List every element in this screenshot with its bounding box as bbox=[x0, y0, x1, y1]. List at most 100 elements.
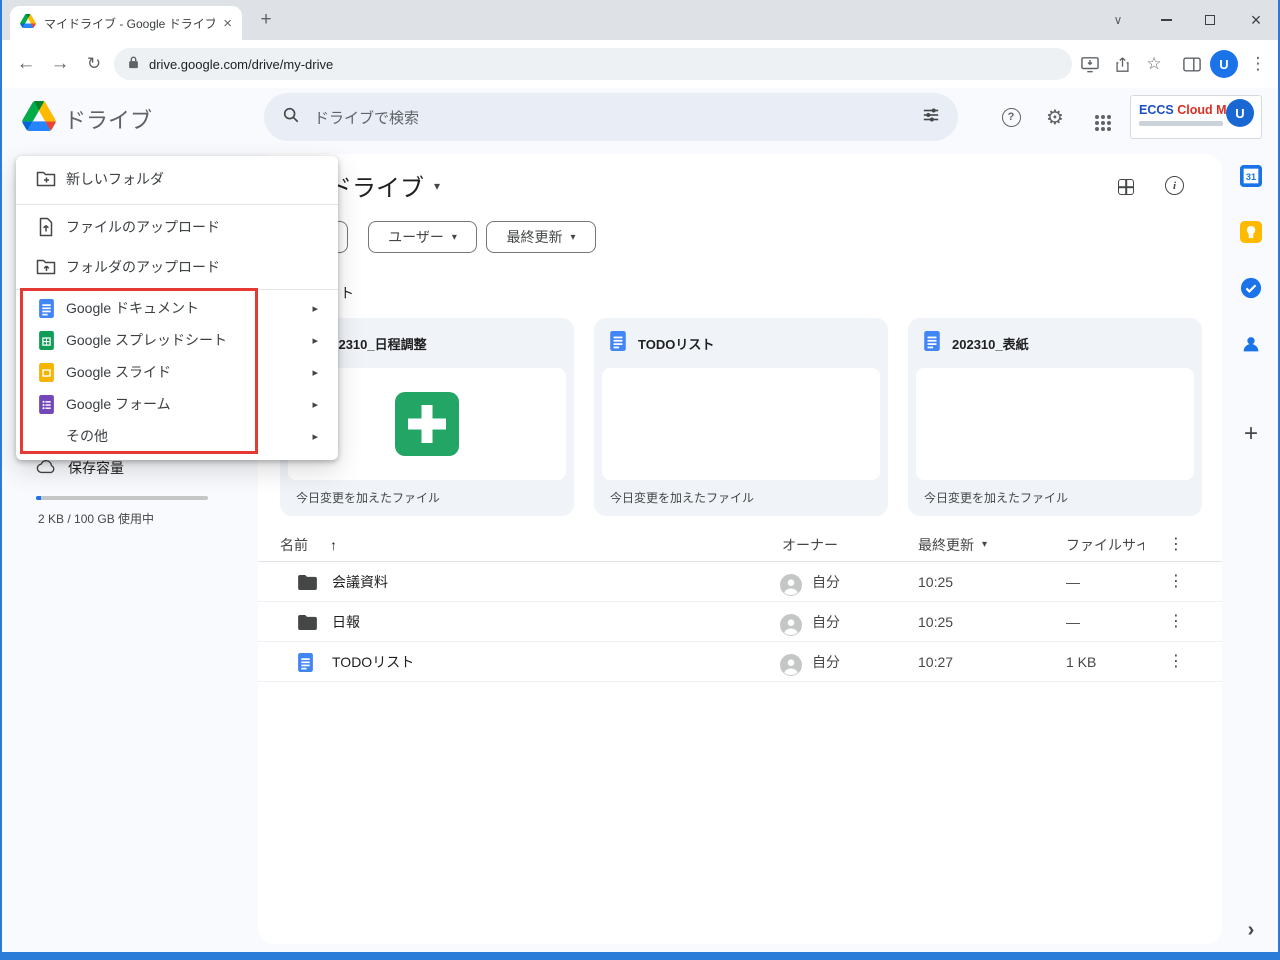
menu-item-label: 新しいフォルダ bbox=[66, 169, 164, 189]
menu-item-google-sheets[interactable]: Google スプレッドシート ▸ bbox=[16, 324, 338, 356]
details-info-icon[interactable]: i bbox=[1165, 176, 1184, 195]
menu-item-new-folder[interactable]: 新しいフォルダ bbox=[16, 156, 338, 202]
tasks-icon[interactable] bbox=[1239, 276, 1263, 300]
column-header-name[interactable]: 名前 bbox=[280, 528, 308, 562]
maximize-button[interactable] bbox=[1188, 0, 1232, 40]
menu-item-folder-upload[interactable]: フォルダのアップロード bbox=[16, 247, 338, 287]
column-header-owner: オーナー bbox=[782, 528, 838, 562]
tab-search-icon[interactable]: ∨ bbox=[1096, 0, 1140, 40]
window-close-button[interactable]: × bbox=[1234, 0, 1278, 40]
file-card-header: 202310_表紙 bbox=[908, 318, 1202, 368]
sidebar-item-storage[interactable]: 保存容量 bbox=[36, 458, 124, 478]
storage-usage-text: 2 KB / 100 GB 使用中 bbox=[38, 510, 154, 527]
back-button[interactable]: ← bbox=[10, 48, 42, 80]
filter-chip-modified-label: 最終更新 bbox=[506, 227, 562, 247]
grid-view-toggle[interactable] bbox=[1114, 175, 1138, 199]
settings-button[interactable]: ⚙ bbox=[1043, 105, 1067, 129]
file-card[interactable]: 202310_表紙 今日変更を加えたファイル bbox=[908, 318, 1202, 516]
side-panel-collapse-icon[interactable]: › bbox=[1239, 918, 1263, 942]
modified-time: 10:27 bbox=[918, 642, 953, 682]
google-docs-icon bbox=[924, 331, 940, 356]
side-panel-icon[interactable] bbox=[1176, 48, 1208, 80]
browser-avatar[interactable]: U bbox=[1210, 50, 1238, 78]
file-card-reason: 今日変更を加えたファイル bbox=[296, 489, 440, 506]
storage-label: 保存容量 bbox=[68, 458, 124, 478]
contacts-icon[interactable] bbox=[1239, 332, 1263, 356]
google-docs-icon bbox=[36, 299, 56, 318]
drive-favicon bbox=[20, 14, 36, 33]
google-sheets-icon bbox=[36, 331, 56, 350]
install-app-icon[interactable] bbox=[1074, 48, 1106, 80]
bookmark-star-icon[interactable]: ☆ bbox=[1138, 48, 1170, 80]
table-row[interactable]: TODOリスト 自分 10:27 1 KB ⋮ bbox=[258, 642, 1222, 682]
menu-divider bbox=[16, 289, 338, 290]
reload-button[interactable]: ↻ bbox=[78, 48, 110, 80]
keep-icon[interactable] bbox=[1239, 220, 1263, 244]
svg-text:31: 31 bbox=[1246, 172, 1256, 182]
menu-item-label: その他 bbox=[66, 426, 108, 446]
row-options-icon[interactable]: ⋮ bbox=[1168, 562, 1184, 602]
suggested-cards: 202310_日程調整 今日変更を加えたファイル TODOリスト 今日変更を加え… bbox=[280, 318, 1202, 516]
apps-grid-icon[interactable] bbox=[1085, 105, 1109, 129]
maximize-icon bbox=[1205, 15, 1215, 25]
folder-icon bbox=[298, 562, 317, 602]
file-size: — bbox=[1066, 562, 1080, 602]
forward-button[interactable]: → bbox=[44, 48, 76, 80]
file-card-thumbnail bbox=[602, 368, 880, 480]
google-forms-icon bbox=[36, 395, 56, 414]
file-card-title: TODOリスト bbox=[638, 334, 714, 353]
menu-item-more[interactable]: その他 ▸ bbox=[16, 420, 338, 452]
table-row[interactable]: 日報 自分 10:25 — ⋮ bbox=[258, 602, 1222, 642]
browser-tab[interactable]: マイドライブ - Google ドライブ × bbox=[10, 6, 242, 40]
badge-primary: ECCS bbox=[1139, 103, 1174, 117]
menu-divider bbox=[16, 204, 338, 205]
side-panel-rail: 31 + › bbox=[1222, 146, 1280, 952]
menu-item-label: Google スライド bbox=[66, 362, 171, 382]
google-docs-icon bbox=[298, 642, 313, 682]
menu-item-google-slides[interactable]: Google スライド ▸ bbox=[16, 356, 338, 388]
file-name: 会議資料 bbox=[332, 562, 388, 602]
search-options-icon[interactable] bbox=[922, 106, 940, 129]
new-tab-button[interactable]: + bbox=[254, 8, 278, 32]
address-bar[interactable]: drive.google.com/drive/my-drive bbox=[114, 48, 1072, 80]
storage-progress-bar bbox=[36, 496, 208, 500]
browser-menu-icon[interactable]: ⋮ bbox=[1242, 48, 1274, 80]
file-card-reason: 今日変更を加えたファイル bbox=[610, 489, 754, 506]
tab-close-icon[interactable]: × bbox=[223, 16, 232, 31]
column-header-modified[interactable]: 最終更新 bbox=[918, 528, 974, 562]
drive-avatar[interactable]: U bbox=[1226, 99, 1254, 127]
minimize-button[interactable] bbox=[1144, 0, 1188, 40]
chevron-down-icon: ▾ bbox=[982, 528, 987, 562]
owner-name: 自分 bbox=[812, 642, 840, 682]
file-size: 1 KB bbox=[1066, 642, 1096, 682]
row-options-icon[interactable]: ⋮ bbox=[1168, 642, 1184, 682]
folder-upload-icon bbox=[36, 257, 56, 277]
submenu-arrow-icon: ▸ bbox=[312, 366, 318, 379]
new-menu: 新しいフォルダ ファイルのアップロード フォルダのアップロード Google ド… bbox=[16, 156, 338, 460]
filter-chip-modified[interactable]: 最終更新 ▾ bbox=[486, 221, 596, 253]
file-card-reason: 今日変更を加えたファイル bbox=[924, 489, 1068, 506]
filter-chip-people[interactable]: ユーザー ▾ bbox=[368, 221, 477, 253]
calendar-icon[interactable]: 31 bbox=[1239, 164, 1263, 188]
file-name: 日報 bbox=[332, 602, 360, 642]
section-heading-fragment: ト bbox=[340, 283, 354, 303]
share-icon[interactable] bbox=[1106, 48, 1138, 80]
help-button[interactable]: ? bbox=[999, 105, 1023, 129]
drive-search-bar[interactable]: ドライブで検索 bbox=[264, 93, 958, 141]
sort-ascending-icon[interactable]: ↑ bbox=[330, 528, 337, 562]
account-badge-tagline bbox=[1139, 121, 1223, 126]
menu-item-google-docs[interactable]: Google ドキュメント ▸ bbox=[16, 292, 338, 324]
apps-grid-dots bbox=[1095, 115, 1099, 119]
file-size: — bbox=[1066, 602, 1080, 642]
owner-name: 自分 bbox=[812, 602, 840, 642]
menu-item-google-forms[interactable]: Google フォーム ▸ bbox=[16, 388, 338, 420]
get-addons-icon[interactable]: + bbox=[1239, 422, 1263, 446]
table-row[interactable]: 会議資料 自分 10:25 — ⋮ bbox=[258, 562, 1222, 602]
file-card[interactable]: TODOリスト 今日変更を加えたファイル bbox=[594, 318, 888, 516]
menu-item-file-upload[interactable]: ファイルのアップロード bbox=[16, 207, 338, 247]
column-header-size: ファイルサイズ bbox=[1066, 528, 1144, 562]
column-options-icon[interactable]: ⋮ bbox=[1168, 528, 1184, 562]
menu-item-label: Google スプレッドシート bbox=[66, 330, 227, 350]
row-options-icon[interactable]: ⋮ bbox=[1168, 602, 1184, 642]
menu-item-label: Google ドキュメント bbox=[66, 298, 199, 318]
